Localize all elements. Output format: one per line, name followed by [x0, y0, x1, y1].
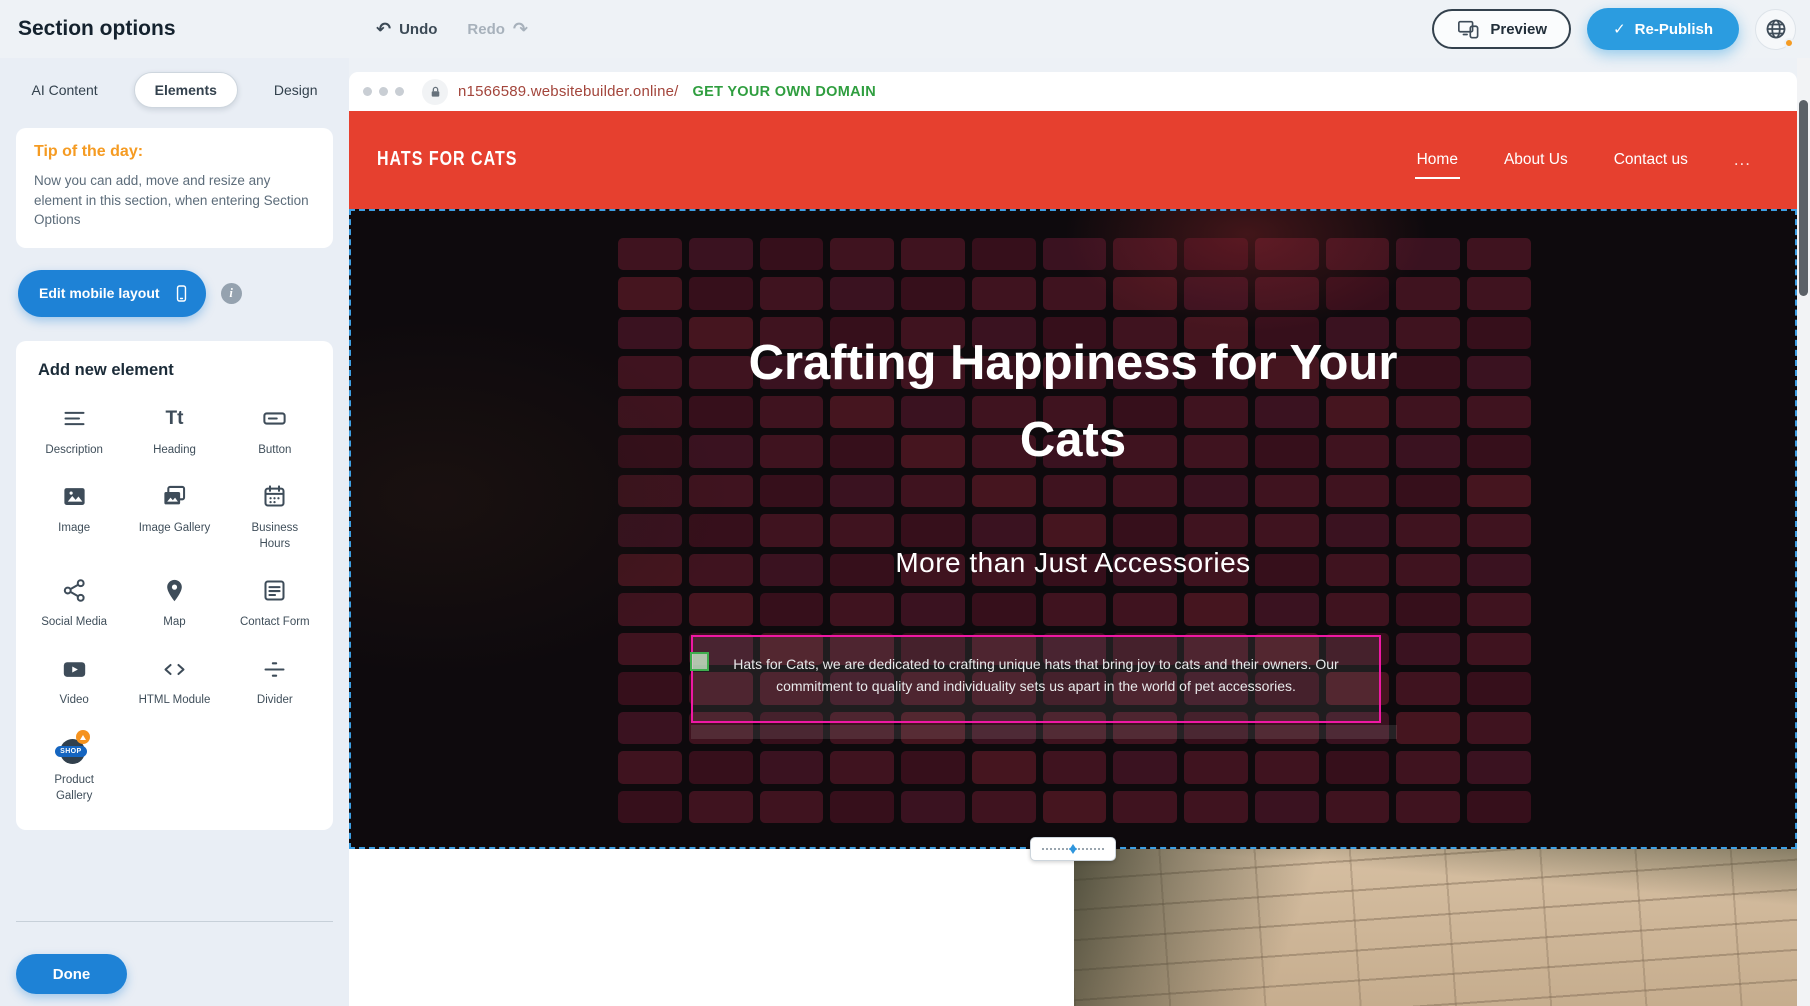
map-pin-icon: [161, 576, 188, 606]
button-icon: [261, 404, 288, 434]
preview-label: Preview: [1490, 21, 1547, 38]
element-product-gallery[interactable]: SHOP Product Gallery: [24, 732, 124, 804]
site-nav: Home About Us Contact us ...: [1417, 151, 1751, 169]
selected-text-element[interactable]: Hats for Cats, we are dedicated to craft…: [691, 635, 1381, 723]
hero-section[interactable]: Crafting Happiness for Your Cats More th…: [349, 209, 1797, 849]
phone-icon: [172, 284, 191, 303]
get-your-own-domain-link[interactable]: GET YOUR OWN DOMAIN: [693, 84, 876, 100]
edit-mobile-layout-button[interactable]: Edit mobile layout: [18, 270, 206, 317]
site-header[interactable]: HATS FOR CATS Home About Us Contact us .…: [349, 111, 1797, 209]
hero-subtitle[interactable]: More than Just Accessories: [349, 547, 1797, 579]
tab-ai-content[interactable]: AI Content: [20, 73, 110, 107]
divider-icon: [261, 654, 288, 684]
nav-about-us[interactable]: About Us: [1504, 151, 1568, 169]
nav-contact-us[interactable]: Contact us: [1614, 151, 1688, 169]
element-business-hours[interactable]: Business Hours: [225, 482, 325, 552]
window-dots: [363, 87, 404, 96]
sidebar-divider: [16, 921, 333, 922]
notification-dot: [1784, 38, 1794, 48]
element-heading[interactable]: Tt Heading: [124, 404, 224, 458]
element-shadow-strip: [691, 725, 1397, 739]
element-video[interactable]: Video: [24, 654, 124, 708]
check-icon: ✓: [1613, 20, 1626, 38]
lock-icon: [422, 79, 448, 105]
code-icon: [161, 654, 188, 684]
done-button[interactable]: Done: [16, 954, 127, 994]
element-grid: Description Tt Heading Button Image Imag…: [24, 404, 325, 805]
social-media-icon: [61, 576, 88, 606]
element-contact-form[interactable]: Contact Form: [225, 576, 325, 630]
hero-title[interactable]: Crafting Happiness for Your Cats: [728, 325, 1418, 480]
sidebar-tabs: AI Content Elements Design: [16, 70, 333, 110]
tip-of-the-day-card: Tip of the day: Now you can add, move an…: [16, 128, 333, 248]
video-icon: [61, 654, 88, 684]
globe-icon: [1764, 17, 1788, 41]
resizer-dashed-line: [1042, 848, 1104, 850]
undo-icon: ↶: [376, 20, 391, 38]
product-gallery-icon: SHOP: [57, 732, 91, 764]
undo-label: Undo: [399, 21, 437, 38]
element-social-media[interactable]: Social Media: [24, 576, 124, 630]
page-title: Section options: [0, 17, 352, 41]
description-icon: [61, 404, 88, 434]
add-new-element-title: Add new element: [24, 361, 325, 380]
edit-mobile-layout-label: Edit mobile layout: [39, 285, 160, 301]
browser-bar: n1566589.websitebuilder.online/ GET YOUR…: [349, 72, 1797, 111]
shop-label: SHOP: [55, 746, 86, 757]
image-gallery-icon: [161, 482, 188, 512]
section-resize-handle[interactable]: [1030, 837, 1116, 861]
element-map[interactable]: Map: [124, 576, 224, 630]
scrollbar-thumb[interactable]: [1799, 100, 1808, 296]
tip-title: Tip of the day:: [34, 143, 315, 161]
element-image-gallery[interactable]: Image Gallery: [124, 482, 224, 552]
undo-button[interactable]: ↶ Undo: [376, 20, 437, 38]
devices-icon: [1456, 18, 1480, 40]
preview-button[interactable]: Preview: [1432, 9, 1571, 49]
heading-icon: Tt: [166, 404, 184, 434]
upgrade-badge-icon: [76, 730, 90, 744]
next-section-blank: [349, 849, 1074, 1006]
mobile-layout-row: Edit mobile layout i: [16, 270, 333, 317]
tab-elements[interactable]: Elements: [134, 72, 238, 108]
scrollbar[interactable]: [1797, 58, 1810, 1006]
republish-button[interactable]: ✓ Re-Publish: [1587, 8, 1739, 50]
topbar-actions: Preview ✓ Re-Publish: [1432, 8, 1810, 50]
pavement-photo[interactable]: [1074, 849, 1797, 1006]
undo-redo-group: ↶ Undo Redo ↷: [376, 20, 528, 38]
element-description[interactable]: Description: [24, 404, 124, 458]
redo-label: Redo: [467, 21, 505, 38]
tip-body: Now you can add, move and resize any ele…: [34, 171, 315, 230]
element-html-module[interactable]: HTML Module: [124, 654, 224, 708]
site-url[interactable]: n1566589.websitebuilder.online/: [458, 83, 679, 100]
hero-paragraph: Hats for Cats, we are dedicated to craft…: [693, 637, 1379, 697]
editor-canvas: n1566589.websitebuilder.online/ GET YOUR…: [349, 58, 1797, 1006]
tab-design[interactable]: Design: [262, 73, 330, 107]
nav-more-button[interactable]: ...: [1734, 157, 1751, 164]
contact-form-icon: [261, 576, 288, 606]
business-hours-icon: [261, 482, 288, 512]
redo-button[interactable]: Redo ↷: [467, 20, 528, 38]
site-preview: HATS FOR CATS Home About Us Contact us .…: [349, 111, 1797, 1006]
element-image[interactable]: Image: [24, 482, 124, 552]
topbar: Section options ↶ Undo Redo ↷ Preview ✓ …: [0, 0, 1810, 58]
site-logo[interactable]: HATS FOR CATS: [377, 149, 517, 172]
image-icon: [61, 482, 88, 512]
section-options-panel: AI Content Elements Design Tip of the da…: [0, 58, 349, 1006]
language-globe-button[interactable]: [1755, 9, 1796, 50]
element-resize-handle[interactable]: [690, 652, 709, 671]
info-icon[interactable]: i: [221, 283, 242, 304]
element-divider[interactable]: Divider: [225, 654, 325, 708]
add-new-element-card: Add new element Description Tt Heading B…: [16, 341, 333, 831]
redo-icon: ↷: [513, 20, 528, 38]
nav-home[interactable]: Home: [1417, 151, 1458, 169]
republish-label: Re-Publish: [1635, 21, 1713, 38]
element-button[interactable]: Button: [225, 404, 325, 458]
